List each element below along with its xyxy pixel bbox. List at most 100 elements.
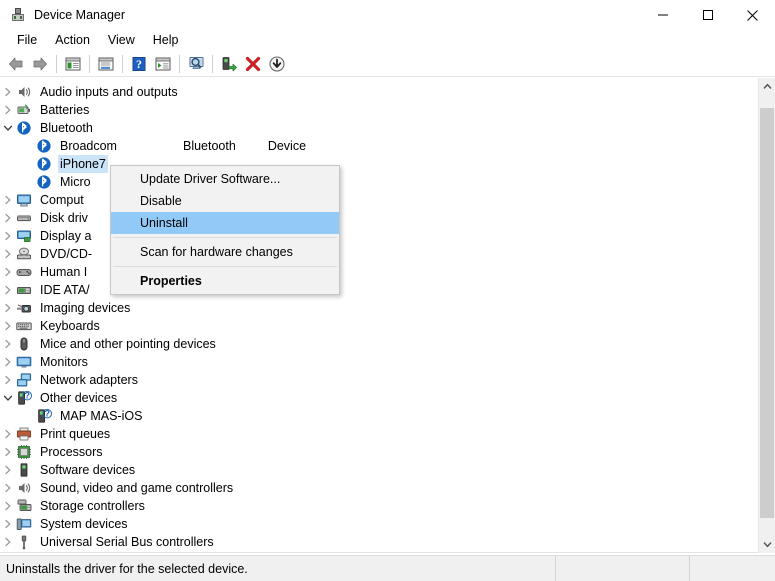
tree-item-label: Monitors <box>40 355 88 369</box>
minimize-button[interactable] <box>640 0 685 30</box>
toolbar-separator <box>179 54 180 73</box>
back-icon[interactable] <box>4 52 28 76</box>
update-driver-software-icon[interactable] <box>217 52 241 76</box>
chevron-right-icon[interactable] <box>0 443 16 461</box>
hid-icon <box>16 264 32 280</box>
context-menu-item-scan-for-hardware-changes[interactable]: Scan for hardware changes <box>111 241 339 263</box>
context-menu-item-uninstall[interactable]: Uninstall <box>111 212 339 234</box>
tree-item-monitors[interactable]: Monitors <box>0 353 752 371</box>
chevron-right-icon[interactable] <box>0 515 16 533</box>
speaker-icon <box>16 480 32 496</box>
chevron-right-icon[interactable] <box>0 245 16 263</box>
ide-controller-icon <box>16 282 32 298</box>
tree-item-bluetooth[interactable]: Bluetooth <box>0 119 752 137</box>
toolbar-separator <box>212 54 213 73</box>
chevron-right-icon[interactable] <box>0 263 16 281</box>
tree-item-system-devices[interactable]: System devices <box>0 515 752 533</box>
properties-window-icon[interactable] <box>94 52 118 76</box>
unknown-device-icon: ? <box>16 390 32 406</box>
scroll-down-icon[interactable] <box>759 536 775 553</box>
tree-item-audio-inputs-and-outputs[interactable]: Audio inputs and outputs <box>0 83 752 101</box>
chevron-right-icon[interactable] <box>0 101 16 119</box>
tree-item-mice-and-other-pointing-devices[interactable]: Mice and other pointing devices <box>0 335 752 353</box>
chevron-right-icon[interactable] <box>0 533 16 551</box>
tree-item-label: Human I <box>40 265 88 279</box>
device-manager-icon <box>10 7 26 23</box>
tree-item-label: DVD/CD- <box>40 247 93 261</box>
scroll-up-icon[interactable] <box>759 78 775 95</box>
vertical-scrollbar[interactable] <box>758 78 775 553</box>
chevron-right-icon[interactable] <box>0 461 16 479</box>
tree-item-sound-video-and-game-controllers[interactable]: Sound, video and game controllers <box>0 479 752 497</box>
tree-item-label: Imaging devices <box>40 301 131 315</box>
tree-item-label: Software devices <box>40 463 136 477</box>
menu-help[interactable]: Help <box>144 31 188 50</box>
forward-icon[interactable] <box>28 52 52 76</box>
tree-item-universal-serial-bus-controllers[interactable]: Universal Serial Bus controllers <box>0 533 752 551</box>
tree-item-map-mas-ios[interactable]: ? MAP MAS-iOS <box>0 407 752 425</box>
menu-action[interactable]: Action <box>46 31 99 50</box>
menu-view[interactable]: View <box>99 31 144 50</box>
chevron-right-icon[interactable] <box>0 425 16 443</box>
chevron-right-icon[interactable] <box>0 191 16 209</box>
device-tree-pane[interactable]: Audio inputs and outputs Batteries Bluet… <box>0 78 775 553</box>
menu-file[interactable]: File <box>8 31 46 50</box>
bluetooth-icon <box>16 120 32 136</box>
monitor-icon <box>16 354 32 370</box>
menu-bar: File Action View Help <box>0 30 775 51</box>
chevron-right-icon[interactable] <box>0 371 16 389</box>
chevron-right-icon[interactable] <box>0 335 16 353</box>
chevron-down-icon[interactable] <box>0 389 16 407</box>
context-menu-item-properties[interactable]: Properties <box>111 270 339 292</box>
tree-item-batteries[interactable]: Batteries <box>0 101 752 119</box>
tree-item-storage-controllers[interactable]: Storage controllers <box>0 497 752 515</box>
tree-item-label: Batteries <box>40 103 90 117</box>
context-menu-item-disable[interactable]: Disable <box>111 190 339 212</box>
tree-item-keyboards[interactable]: Keyboards <box>0 317 752 335</box>
context-menu-separator <box>113 237 337 238</box>
tree-item-other-devices[interactable]: ? Other devices <box>0 389 752 407</box>
status-bar-panel-3 <box>690 556 775 581</box>
chevron-down-icon[interactable] <box>0 119 16 137</box>
chevron-right-icon[interactable] <box>0 209 16 227</box>
tree-item-label: Storage controllers <box>40 499 145 513</box>
tree-item-broadcom-bluetooth-device[interactable]: Broadcom Bluetooth Device <box>0 137 752 155</box>
usb-icon <box>16 534 32 550</box>
tree-item-label: Network adapters <box>40 373 138 387</box>
system-device-icon <box>16 516 32 532</box>
context-menu-item-update-driver-software[interactable]: Update Driver Software... <box>111 168 339 190</box>
disable-icon[interactable] <box>265 52 289 76</box>
tree-item-network-adapters[interactable]: Network adapters <box>0 371 752 389</box>
chevron-right-icon[interactable] <box>0 299 16 317</box>
software-device-icon <box>16 462 32 478</box>
tree-item-label: Print queues <box>40 427 111 441</box>
tree-item-label-part3: Device <box>267 139 307 153</box>
tree-item-imaging-devices[interactable]: Imaging devices <box>0 299 752 317</box>
close-button[interactable] <box>730 0 775 30</box>
chevron-right-icon[interactable] <box>0 353 16 371</box>
tree-item-processors[interactable]: Processors <box>0 443 752 461</box>
tree-item-label: Broadcom <box>60 139 117 153</box>
chevron-right-icon[interactable] <box>0 281 16 299</box>
chevron-right-icon[interactable] <box>0 317 16 335</box>
show-hide-console-tree-icon[interactable] <box>61 52 85 76</box>
scrollbar-thumb[interactable] <box>760 108 774 518</box>
chevron-right-icon[interactable] <box>0 227 16 245</box>
tree-item-software-devices[interactable]: Software devices <box>0 461 752 479</box>
unknown-device-icon: ? <box>36 408 52 424</box>
help-icon[interactable]: ? <box>127 52 151 76</box>
keyboard-icon <box>16 318 32 334</box>
window-controls <box>640 0 775 30</box>
tree-item-label: System devices <box>40 517 128 531</box>
uninstall-icon[interactable] <box>241 52 265 76</box>
tree-item-print-queues[interactable]: Print queues <box>0 425 752 443</box>
device-manager-window: Device Manager File Action View Help ? A… <box>0 0 775 581</box>
maximize-button[interactable] <box>685 0 730 30</box>
tree-item-label: Other devices <box>40 391 118 405</box>
chevron-right-icon[interactable] <box>0 83 16 101</box>
scan-for-hardware-changes-icon[interactable] <box>184 52 208 76</box>
chevron-right-icon[interactable] <box>0 479 16 497</box>
chevron-right-icon[interactable] <box>0 497 16 515</box>
properties-icon[interactable] <box>151 52 175 76</box>
